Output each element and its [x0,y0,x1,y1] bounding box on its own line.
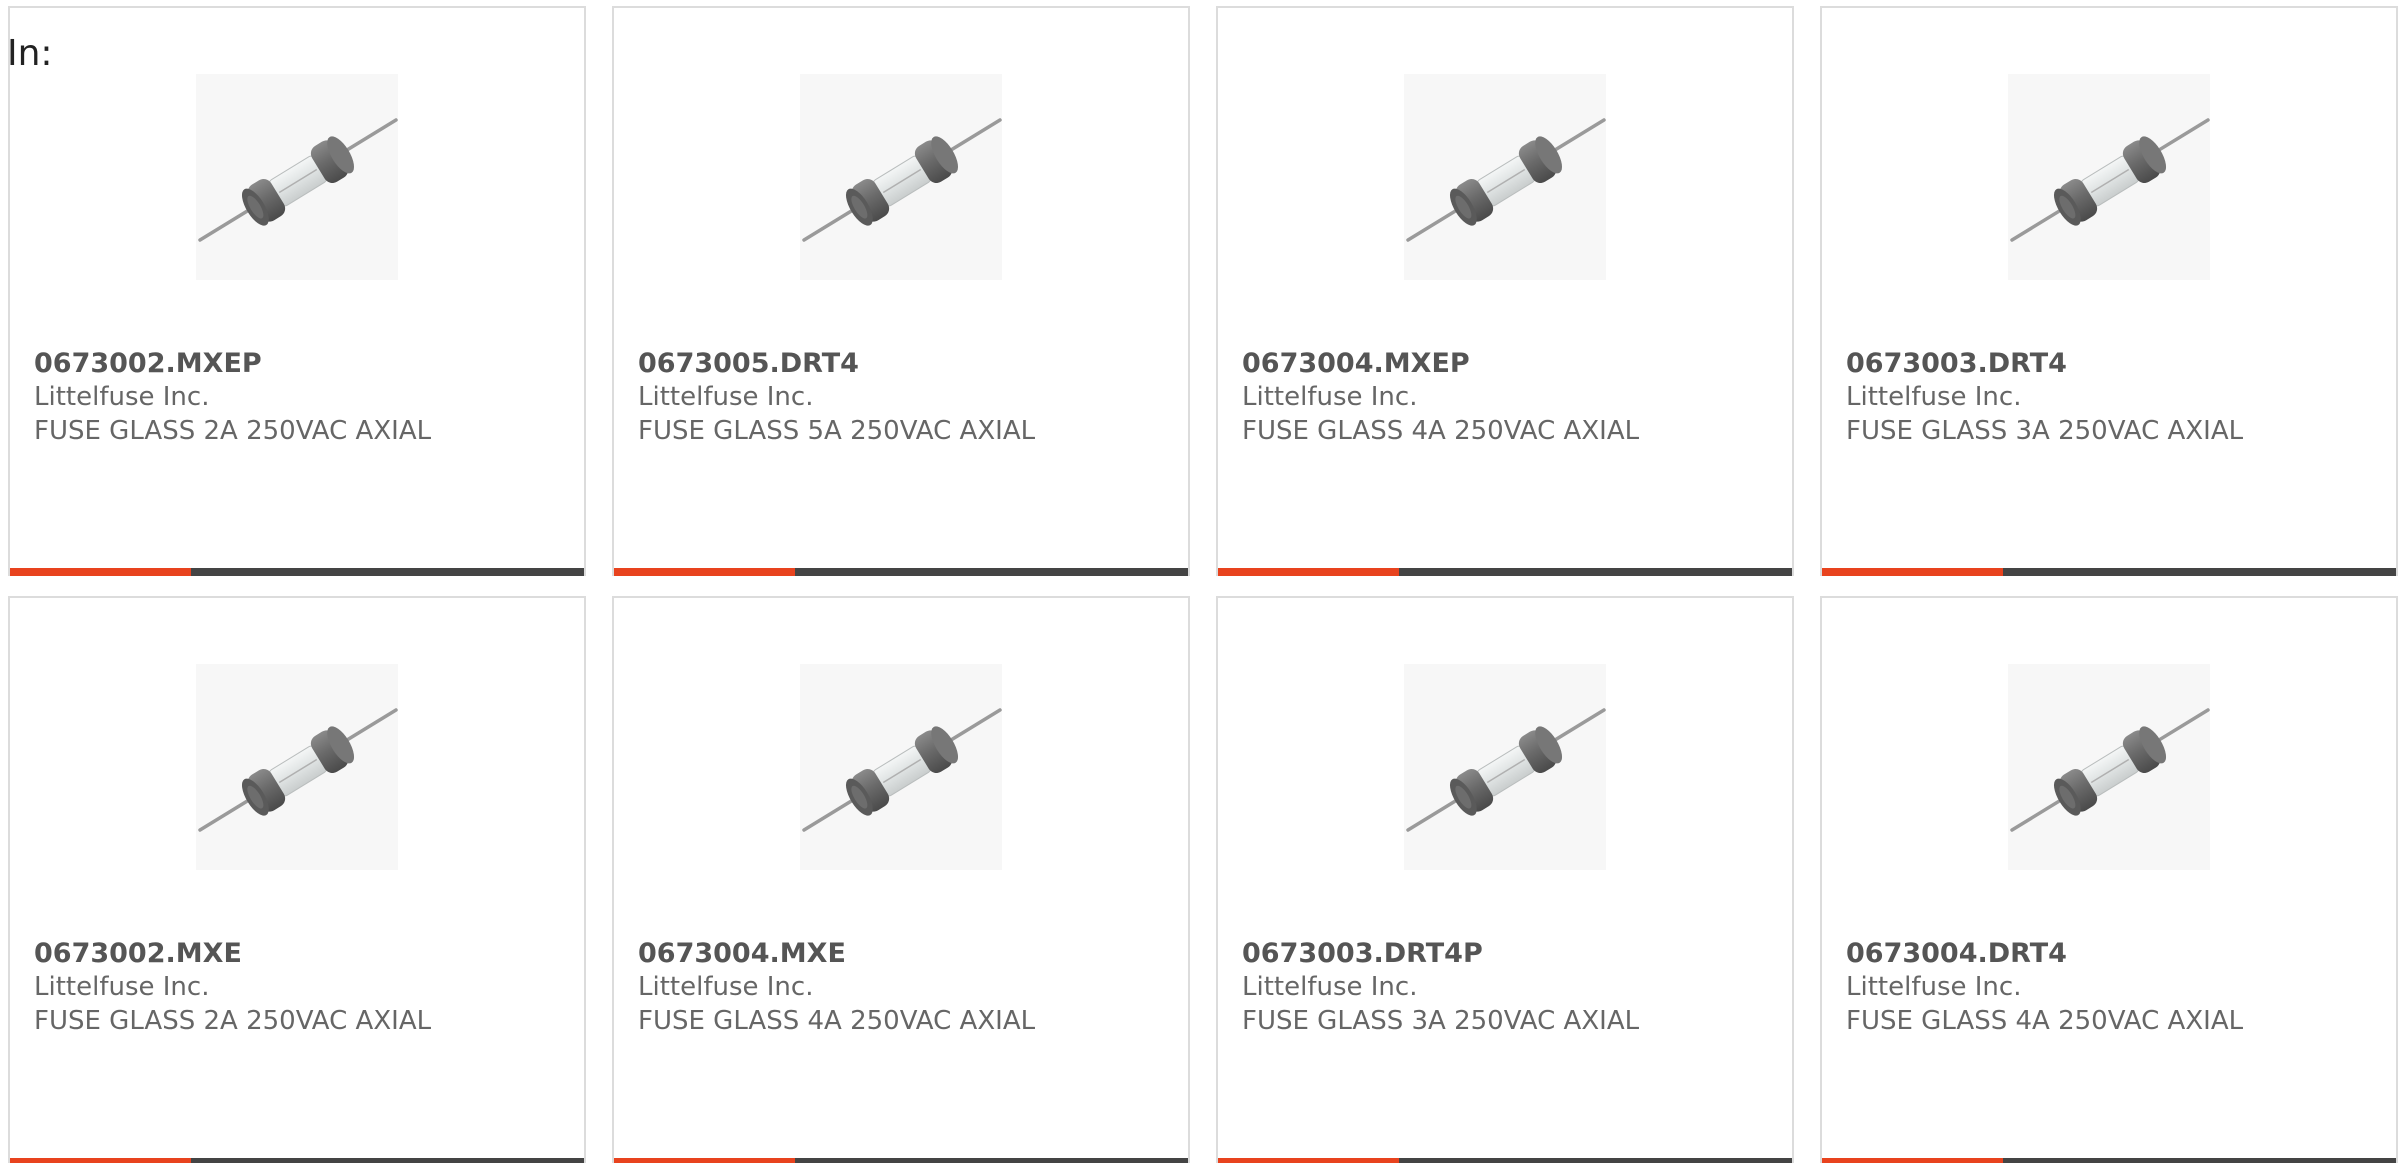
manufacturer: Littelfuse Inc. [34,972,210,1002]
card-accent-bar [614,568,795,576]
part-number[interactable]: 0673003.DRT4P [1242,938,1483,969]
product-card[interactable]: 0673004.DRT4 Littelfuse Inc. FUSE GLASS … [1820,596,2398,1163]
card-accent-bar [614,1158,795,1163]
product-card[interactable]: 0673004.MXE Littelfuse Inc. FUSE GLASS 4… [612,596,1190,1163]
card-footer-bar [614,568,1188,576]
fuse-image[interactable] [196,664,398,870]
fuse-image[interactable] [196,74,398,280]
description: FUSE GLASS 3A 250VAC AXIAL [1846,416,2244,446]
manufacturer: Littelfuse Inc. [34,382,210,412]
manufacturer: Littelfuse Inc. [1242,972,1418,1002]
manufacturer: Littelfuse Inc. [638,972,814,1002]
card-footer-bar [10,568,584,576]
part-number[interactable]: 0673005.DRT4 [638,348,859,379]
card-accent-bar [10,1158,191,1163]
product-card[interactable]: 0673002.MXEP Littelfuse Inc. FUSE GLASS … [8,6,586,576]
part-number[interactable]: 0673004.DRT4 [1846,938,2067,969]
fuse-image[interactable] [2008,664,2210,870]
card-footer-bar [1822,568,2396,576]
product-card[interactable]: 0673002.MXE Littelfuse Inc. FUSE GLASS 2… [8,596,586,1163]
card-accent-bar [1218,1158,1399,1163]
card-accent-bar [1218,568,1399,576]
description: FUSE GLASS 5A 250VAC AXIAL [638,416,1036,446]
card-accent-bar [10,568,191,576]
card-footer-bar [10,1158,584,1163]
card-footer-bar [1822,1158,2396,1163]
part-number[interactable]: 0673002.MXEP [34,348,262,379]
fuse-image[interactable] [1404,664,1606,870]
description: FUSE GLASS 2A 250VAC AXIAL [34,416,432,446]
fuse-image[interactable] [1404,74,1606,280]
description: FUSE GLASS 2A 250VAC AXIAL [34,1006,432,1036]
description: FUSE GLASS 4A 250VAC AXIAL [638,1006,1036,1036]
fuse-image[interactable] [800,664,1002,870]
card-footer-bar [1218,1158,1792,1163]
fuse-image[interactable] [2008,74,2210,280]
fuse-image[interactable] [800,74,1002,280]
part-number[interactable]: 0673004.MXEP [1242,348,1470,379]
product-card[interactable]: 0673004.MXEP Littelfuse Inc. FUSE GLASS … [1216,6,1794,576]
filter-in-label: In: [7,33,53,74]
card-accent-bar [1822,1158,2003,1163]
manufacturer: Littelfuse Inc. [1242,382,1418,412]
product-card[interactable]: 0673003.DRT4P Littelfuse Inc. FUSE GLASS… [1216,596,1794,1163]
card-footer-bar [1218,568,1792,576]
part-number[interactable]: 0673004.MXE [638,938,846,969]
manufacturer: Littelfuse Inc. [1846,972,2022,1002]
part-number[interactable]: 0673002.MXE [34,938,242,969]
product-grid: 0673002.MXEP Littelfuse Inc. FUSE GLASS … [8,6,2398,1163]
manufacturer: Littelfuse Inc. [1846,382,2022,412]
card-accent-bar [1822,568,2003,576]
card-footer-bar [614,1158,1188,1163]
description: FUSE GLASS 4A 250VAC AXIAL [1846,1006,2244,1036]
manufacturer: Littelfuse Inc. [638,382,814,412]
product-card[interactable]: 0673003.DRT4 Littelfuse Inc. FUSE GLASS … [1820,6,2398,576]
description: FUSE GLASS 4A 250VAC AXIAL [1242,416,1640,446]
product-results-page: In: 0673002.MXEP Littelfuse Inc. FUSE GL… [0,0,2400,1163]
description: FUSE GLASS 3A 250VAC AXIAL [1242,1006,1640,1036]
product-card[interactable]: 0673005.DRT4 Littelfuse Inc. FUSE GLASS … [612,6,1190,576]
part-number[interactable]: 0673003.DRT4 [1846,348,2067,379]
